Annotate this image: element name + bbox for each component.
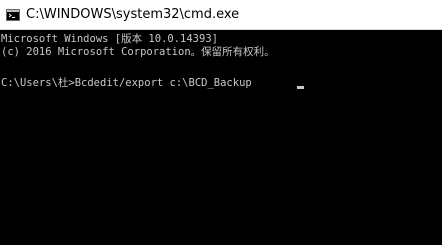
- cmd-window: C:\WINDOWS\system32\cmd.exe Microsoft Wi…: [0, 0, 442, 245]
- console-line-version: Microsoft Windows [版本 10.0.14393]: [1, 33, 218, 45]
- text-cursor: [297, 86, 304, 89]
- console-output[interactable]: Microsoft Windows [版本 10.0.14393] (c) 20…: [0, 30, 442, 245]
- cmd-icon: [6, 9, 20, 21]
- window-title: C:\WINDOWS\system32\cmd.exe: [26, 7, 240, 22]
- title-bar[interactable]: C:\WINDOWS\system32\cmd.exe: [0, 0, 442, 30]
- console-line-command: C:\Users\杜>Bcdedit/export c:\BCD_Backup: [1, 77, 252, 89]
- console-line-copyright: (c) 2016 Microsoft Corporation。保留所有权利。: [1, 46, 275, 58]
